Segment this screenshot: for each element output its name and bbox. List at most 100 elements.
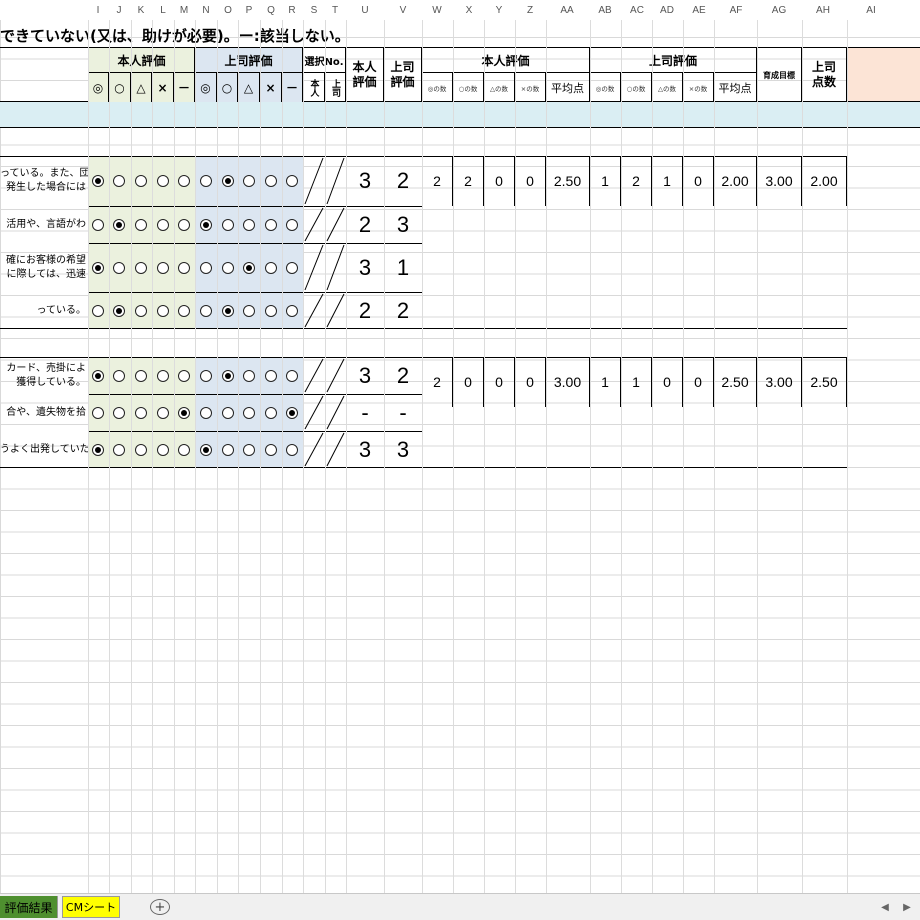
boss-radio[interactable] [265, 175, 277, 187]
column-letter[interactable]: V [400, 5, 407, 16]
boss-radio[interactable] [243, 443, 255, 456]
scroll-right-icon[interactable]: ▶ [900, 896, 914, 918]
column-letter[interactable]: X [466, 5, 473, 16]
self-radio[interactable] [113, 261, 125, 274]
column-letter[interactable]: O [224, 5, 232, 16]
column-letter[interactable]: T [332, 5, 338, 16]
self-radio[interactable] [157, 369, 169, 382]
self-radio[interactable] [135, 175, 147, 187]
boss-radio[interactable] [200, 443, 212, 456]
column-letter[interactable]: P [246, 5, 253, 16]
boss-radio[interactable] [243, 406, 255, 419]
tab-cm-sheet[interactable]: CMシート [62, 896, 120, 918]
boss-radio[interactable] [286, 406, 298, 419]
self-radio[interactable] [92, 175, 104, 187]
self-radio[interactable] [92, 443, 104, 456]
self-radio[interactable] [113, 406, 125, 419]
spreadsheet-grid[interactable]: できていない(又は、助けが必要)。ー:該当しない。 本人評価 上司評価 ◎○△×… [0, 20, 920, 893]
self-radio[interactable] [113, 443, 125, 456]
boss-radio[interactable] [200, 369, 212, 382]
self-radio[interactable] [157, 304, 169, 317]
boss-radio[interactable] [222, 406, 234, 419]
self-radio[interactable] [135, 369, 147, 382]
column-letter[interactable]: AI [866, 5, 875, 16]
self-radio[interactable] [92, 304, 104, 317]
column-letter[interactable]: Q [267, 5, 275, 16]
column-letter[interactable]: AH [816, 5, 830, 16]
scroll-left-icon[interactable]: ◀ [878, 896, 892, 918]
boss-radio[interactable] [265, 218, 277, 231]
boss-radio[interactable] [265, 369, 277, 382]
self-radio[interactable] [92, 218, 104, 231]
self-radio[interactable] [178, 175, 190, 187]
column-letter[interactable]: AC [630, 5, 644, 16]
self-radio[interactable] [113, 304, 125, 317]
column-letter[interactable]: M [180, 5, 188, 16]
column-letter[interactable]: L [160, 5, 166, 16]
column-letter[interactable]: S [311, 5, 318, 16]
boss-radio[interactable] [286, 175, 298, 187]
boss-radio[interactable] [243, 261, 255, 274]
self-radio[interactable] [178, 304, 190, 317]
self-radio[interactable] [135, 443, 147, 456]
boss-radio[interactable] [200, 175, 212, 187]
boss-radio[interactable] [243, 304, 255, 317]
column-letter[interactable]: AG [772, 5, 786, 16]
column-letter[interactable]: J [117, 5, 122, 16]
self-radio[interactable] [157, 406, 169, 419]
self-radio[interactable] [135, 261, 147, 274]
column-letter[interactable]: N [202, 5, 209, 16]
self-radio[interactable] [135, 304, 147, 317]
self-radio[interactable] [135, 218, 147, 231]
self-radio[interactable] [157, 261, 169, 274]
self-radio[interactable] [157, 218, 169, 231]
boss-radio[interactable] [200, 406, 212, 419]
boss-radio[interactable] [222, 304, 234, 317]
self-radio[interactable] [178, 369, 190, 382]
boss-radio[interactable] [243, 369, 255, 382]
self-radio[interactable] [178, 443, 190, 456]
self-radio[interactable] [157, 175, 169, 187]
column-letter[interactable]: AF [730, 5, 743, 16]
boss-radio[interactable] [222, 218, 234, 231]
boss-radio[interactable] [265, 443, 277, 456]
self-radio[interactable] [113, 369, 125, 382]
boss-radio[interactable] [286, 261, 298, 274]
boss-radio[interactable] [222, 369, 234, 382]
column-letter[interactable]: R [288, 5, 295, 16]
boss-radio[interactable] [222, 261, 234, 274]
self-radio[interactable] [113, 175, 125, 187]
column-letter[interactable]: Y [496, 5, 503, 16]
boss-radio[interactable] [265, 261, 277, 274]
boss-radio[interactable] [265, 304, 277, 317]
boss-radio[interactable] [222, 443, 234, 456]
self-radio[interactable] [135, 406, 147, 419]
boss-radio[interactable] [265, 406, 277, 419]
boss-radio[interactable] [243, 218, 255, 231]
column-letter[interactable]: U [361, 5, 368, 16]
boss-radio[interactable] [286, 304, 298, 317]
boss-radio[interactable] [222, 175, 234, 187]
self-radio[interactable] [157, 443, 169, 456]
boss-radio[interactable] [286, 369, 298, 382]
self-radio[interactable] [92, 369, 104, 382]
column-letter[interactable]: W [432, 5, 441, 16]
boss-radio[interactable] [243, 175, 255, 187]
column-letter[interactable]: AE [692, 5, 705, 16]
boss-radio[interactable] [200, 304, 212, 317]
tab-eval-result[interactable]: 評価結果 [0, 896, 58, 918]
self-radio[interactable] [178, 261, 190, 274]
column-letter[interactable]: Z [527, 5, 533, 16]
boss-radio[interactable] [200, 261, 212, 274]
boss-radio[interactable] [286, 443, 298, 456]
add-sheet-button[interactable]: + [150, 899, 170, 915]
column-letter[interactable]: K [138, 5, 145, 16]
column-letter[interactable]: AB [598, 5, 611, 16]
self-radio[interactable] [92, 261, 104, 274]
column-letter[interactable]: I [97, 5, 100, 16]
column-letter[interactable]: AA [560, 5, 573, 16]
boss-radio[interactable] [286, 218, 298, 231]
column-letter[interactable]: AD [660, 5, 674, 16]
self-radio[interactable] [178, 406, 190, 419]
self-radio[interactable] [92, 406, 104, 419]
